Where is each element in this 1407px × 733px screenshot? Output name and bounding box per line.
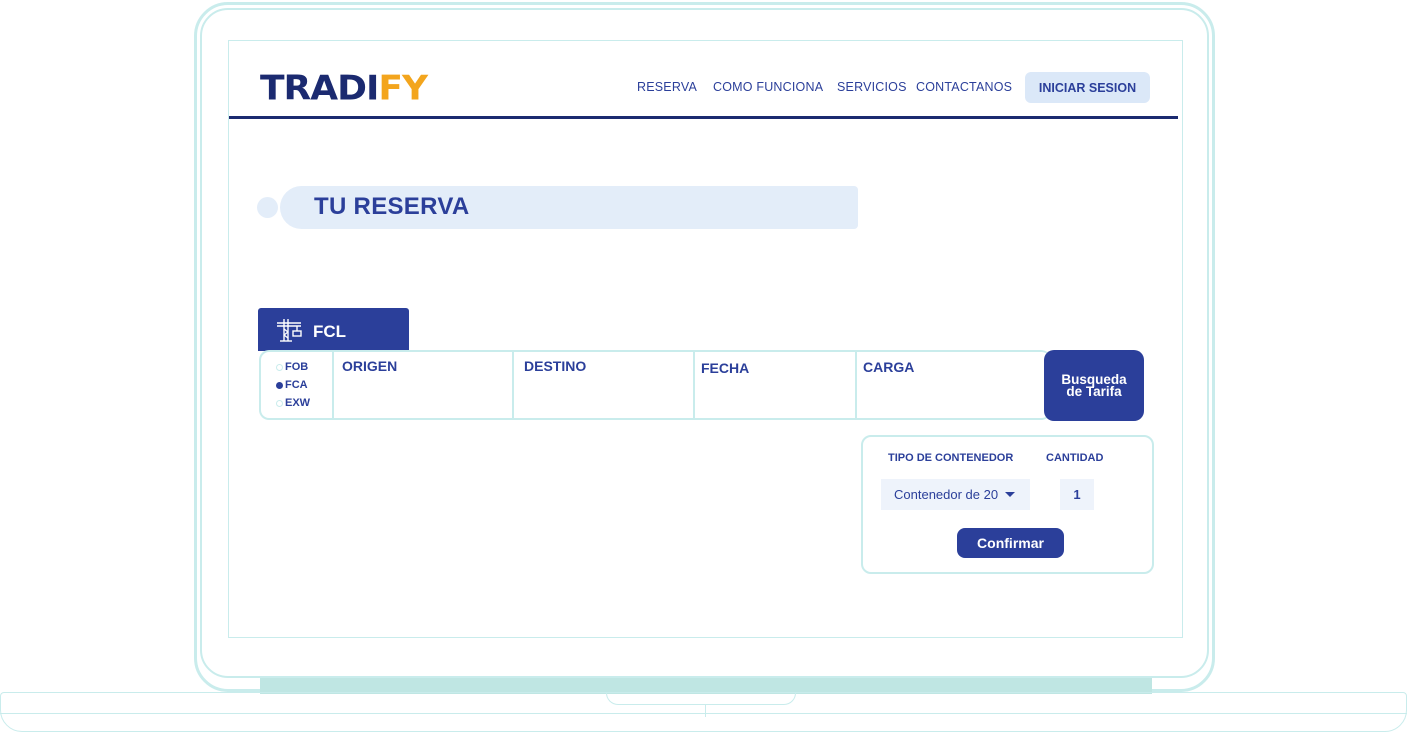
page-title: TU RESERVA bbox=[314, 193, 470, 220]
incoterm-option-fob[interactable]: FOB bbox=[276, 361, 308, 373]
incoterm-label: FOB bbox=[285, 361, 309, 373]
caret-down-icon bbox=[1005, 492, 1016, 497]
confirm-button[interactable]: Confirmar bbox=[957, 528, 1064, 558]
quantity-input[interactable]: 1 bbox=[1060, 479, 1094, 510]
title-bullet bbox=[257, 197, 278, 218]
search-rate-label: Busqueda de Tarifa bbox=[1061, 371, 1127, 399]
incoterm-option-exw[interactable]: EXW bbox=[276, 397, 310, 409]
incoterm-label: EXW bbox=[285, 397, 311, 409]
nav-como-funciona[interactable]: COMO FUNCIONA bbox=[713, 80, 823, 94]
search-divider bbox=[855, 352, 857, 418]
logo-text-accent: FY bbox=[378, 69, 428, 108]
logo-text-primary: TRADI bbox=[260, 69, 379, 108]
tradify-logo[interactable]: TRADIFY bbox=[260, 69, 428, 108]
cargo-field[interactable]: CARGA bbox=[863, 359, 914, 375]
origin-field[interactable]: ORIGEN bbox=[342, 358, 397, 374]
quantity-header: CANTIDAD bbox=[1046, 452, 1104, 464]
nav-reserva[interactable]: RESERVA bbox=[637, 80, 697, 94]
crane-icon bbox=[275, 318, 303, 342]
tab-fcl-label: FCL bbox=[313, 322, 347, 341]
radio-button[interactable] bbox=[276, 381, 283, 389]
container-type-select[interactable]: Contenedor de 20 bbox=[881, 479, 1030, 510]
date-field[interactable]: FECHA bbox=[701, 360, 749, 376]
login-button[interactable]: INICIAR SESION bbox=[1025, 72, 1150, 103]
laptop-notch-mark bbox=[705, 705, 706, 717]
incoterm-label: FCA bbox=[285, 379, 308, 391]
nav-servicios[interactable]: SERVICIOS bbox=[837, 80, 907, 94]
nav-contactanos[interactable]: CONTACTANOS bbox=[916, 80, 1012, 94]
radio-button[interactable] bbox=[276, 399, 283, 407]
search-rate-button[interactable]: Busqueda de Tarifa bbox=[1044, 350, 1144, 421]
search-divider bbox=[512, 352, 514, 418]
incoterm-option-fca[interactable]: FCA bbox=[276, 379, 308, 391]
radio-button[interactable] bbox=[276, 363, 283, 371]
search-divider bbox=[332, 352, 334, 418]
container-type-value: Contenedor de 20 bbox=[894, 487, 999, 502]
container-type-header: TIPO DE CONTENEDOR bbox=[888, 452, 1014, 464]
search-divider bbox=[693, 352, 695, 418]
laptop-notch bbox=[606, 693, 796, 705]
laptop-base-edge bbox=[0, 713, 1407, 714]
destination-field[interactable]: DESTINO bbox=[524, 358, 586, 374]
header-divider bbox=[229, 116, 1178, 119]
